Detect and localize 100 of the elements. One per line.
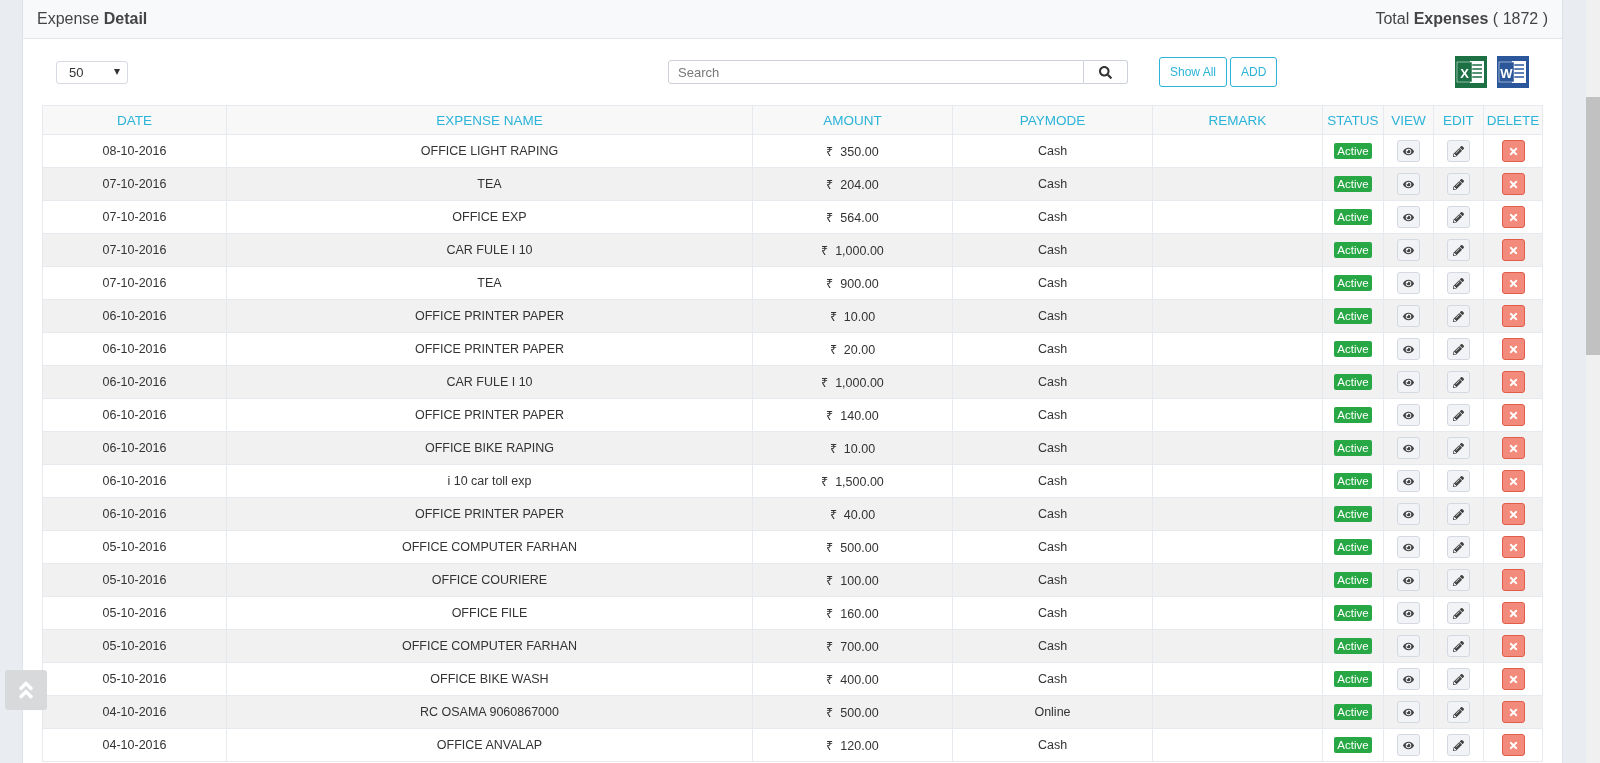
delete-button[interactable] [1501,668,1525,690]
pencil-icon [1453,310,1464,322]
close-icon [1507,211,1519,223]
delete-button[interactable] [1501,371,1525,393]
delete-button[interactable] [1501,437,1525,459]
search-button[interactable] [1084,60,1128,84]
close-icon [1507,145,1519,157]
edit-button[interactable] [1447,734,1470,756]
paymode-text: Cash [1037,342,1068,356]
page-size-select[interactable]: 50 [56,60,128,84]
edit-button[interactable] [1447,206,1470,228]
pencil-icon [1453,574,1464,586]
amount-text: ₹ 500.00 [826,540,879,555]
edit-button[interactable] [1447,173,1470,195]
status-badge: Active [1334,176,1372,192]
date-text: 05-10-2016 [102,606,167,620]
amount-text: ₹ 160.00 [826,606,879,621]
close-icon [1507,277,1519,289]
amount-text: ₹ 10.00 [829,309,876,324]
view-button[interactable] [1397,470,1420,492]
edit-button[interactable] [1447,437,1470,459]
edit-button[interactable] [1447,470,1470,492]
status-badge: Active [1334,671,1372,687]
delete-button[interactable] [1501,272,1525,294]
delete-button[interactable] [1501,569,1525,591]
amount-text: ₹ 1,500.00 [821,474,884,489]
paymode-text: Cash [1037,474,1068,488]
delete-button[interactable] [1501,503,1525,525]
view-button[interactable] [1397,602,1420,624]
delete-button[interactable] [1501,635,1525,657]
edit-button[interactable] [1447,602,1470,624]
view-button[interactable] [1397,503,1420,525]
edit-button[interactable] [1447,305,1470,327]
view-button[interactable] [1397,734,1420,756]
spreadsheet-icon[interactable]: X [1455,56,1487,88]
view-button[interactable] [1397,635,1420,657]
delete-button[interactable] [1501,173,1525,195]
view-button[interactable] [1397,305,1420,327]
pencil-icon [1453,673,1464,685]
scrollbar-thumb[interactable] [1586,97,1600,355]
view-button[interactable] [1397,668,1420,690]
edit-button[interactable] [1447,569,1470,591]
edit-button[interactable] [1447,668,1470,690]
eye-icon [1403,211,1414,223]
view-button[interactable] [1397,272,1420,294]
search-field[interactable]: Search [668,60,1084,84]
amount-text: ₹ 20.00 [829,342,876,357]
amount-text: ₹ 100.00 [826,573,879,588]
paymode-text: Cash [1037,672,1068,686]
delete-button[interactable] [1501,602,1525,624]
amount-text: ₹ 350.00 [826,144,879,159]
pencil-icon [1453,409,1464,421]
view-button[interactable] [1397,206,1420,228]
view-button[interactable] [1397,239,1420,261]
status-badge: Active [1334,539,1372,555]
view-button[interactable] [1397,536,1420,558]
expense-name-text: OFFICE COMPUTER FARHAN [402,639,577,653]
view-button[interactable] [1397,701,1420,723]
edit-button[interactable] [1447,503,1470,525]
pencil-icon [1453,508,1464,520]
delete-button[interactable] [1501,140,1525,162]
edit-button[interactable] [1447,404,1470,426]
column-header: EDIT [1433,105,1484,135]
delete-button[interactable] [1501,305,1525,327]
edit-button[interactable] [1447,272,1470,294]
delete-button[interactable] [1501,734,1525,756]
view-button[interactable] [1397,569,1420,591]
delete-button[interactable] [1501,701,1525,723]
delete-button[interactable] [1501,206,1525,228]
expense-name-text: OFFICE FILE [451,606,528,620]
paymode-text: Cash [1037,408,1068,422]
delete-button[interactable] [1501,338,1525,360]
amount-text: ₹ 400.00 [826,672,879,687]
edit-button[interactable] [1447,701,1470,723]
edit-button[interactable] [1447,338,1470,360]
status-badge: Active [1334,242,1372,258]
edit-button[interactable] [1447,371,1470,393]
document-icon[interactable]: W [1497,56,1529,88]
view-button[interactable] [1397,437,1420,459]
edit-button[interactable] [1447,140,1470,162]
delete-button[interactable] [1501,239,1525,261]
pencil-icon [1453,541,1464,553]
page-title: Expense Detail [37,10,148,28]
status-badge: Active [1334,209,1372,225]
eye-icon [1403,640,1414,652]
view-button[interactable] [1397,404,1420,426]
view-button[interactable] [1397,371,1420,393]
date-text: 07-10-2016 [102,210,167,224]
delete-button[interactable] [1501,470,1525,492]
view-button[interactable] [1397,338,1420,360]
view-button[interactable] [1397,173,1420,195]
edit-button[interactable] [1447,536,1470,558]
delete-button[interactable] [1501,536,1525,558]
delete-button[interactable] [1501,404,1525,426]
close-icon [1507,310,1519,322]
edit-button[interactable] [1447,635,1470,657]
view-button[interactable] [1397,140,1420,162]
close-icon [1507,706,1519,718]
edit-button[interactable] [1447,239,1470,261]
eye-icon [1403,475,1414,487]
